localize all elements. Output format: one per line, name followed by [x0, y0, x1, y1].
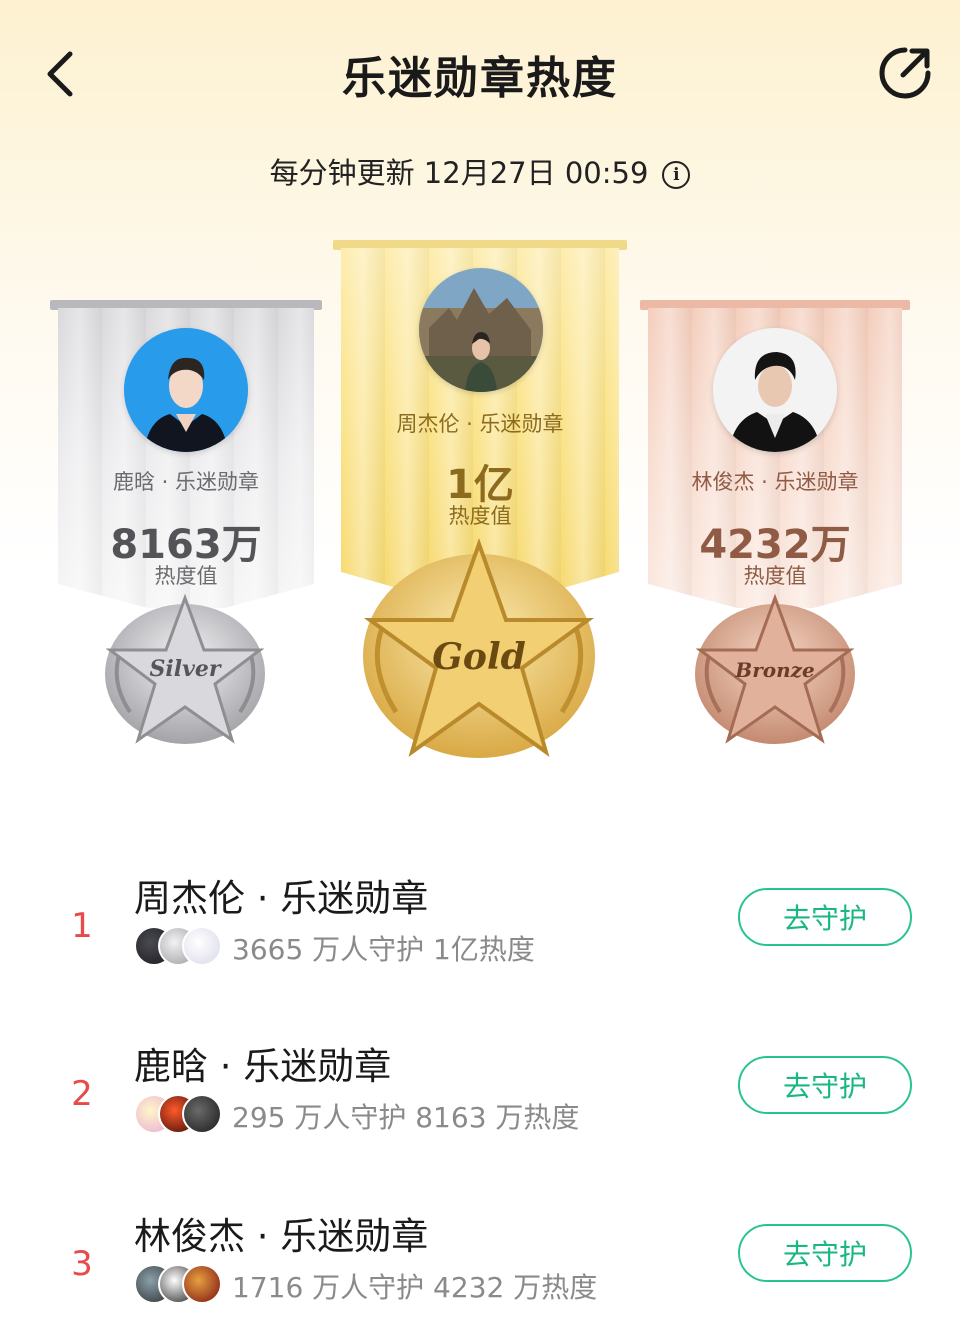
row-title: 林俊杰 · 乐迷勋章 [134, 1215, 429, 1258]
podium-name: 林俊杰 · 乐迷勋章 [691, 470, 859, 494]
avatar [419, 268, 543, 392]
fan-avatar [182, 1264, 222, 1304]
podium-bronze[interactable]: 林俊杰 · 乐迷勋章 4232万 热度值 [640, 300, 910, 630]
podium-silver[interactable]: 鹿晗 · 乐迷勋章 8163万 热度值 [50, 300, 322, 630]
gold-medal: Gold [356, 538, 602, 764]
podium-unit: 热度值 [448, 504, 512, 528]
rank-number: 2 [71, 1074, 93, 1114]
row-title: 鹿晗 · 乐迷勋章 [134, 1045, 392, 1088]
medal-label: Gold [432, 636, 526, 678]
share-button[interactable] [876, 44, 934, 102]
podium-name: 鹿晗 · 乐迷勋章 [112, 470, 260, 494]
fan-avatar [182, 926, 222, 966]
ranking-row-3: 3 林俊杰 · 乐迷勋章 1716 万人守护 4232 万热度 去守护 [0, 1204, 960, 1324]
guard-button[interactable]: 去守护 [738, 1224, 912, 1282]
fan-avatars [134, 1264, 222, 1304]
bronze-medal: Bronze [690, 592, 860, 750]
rank-number: 1 [71, 906, 93, 946]
avatar [124, 328, 248, 452]
share-icon [879, 47, 931, 99]
medal-label: Bronze [735, 658, 815, 682]
ranking-row-1: 1 周杰伦 · 乐迷勋章 3665 万人守护 1亿热度 去守护 [0, 866, 960, 986]
page-title: 乐迷勋章热度 [342, 53, 618, 104]
row-title: 周杰伦 · 乐迷勋章 [134, 877, 429, 920]
ranking-row-2: 2 鹿晗 · 乐迷勋章 295 万人守护 8163 万热度 去守护 [0, 1034, 960, 1154]
update-info: 每分钟更新 12月27日 00:59 i [0, 150, 960, 192]
podium-unit: 热度值 [743, 564, 807, 588]
podium-name: 周杰伦 · 乐迷勋章 [396, 412, 564, 436]
podium-unit: 热度值 [154, 564, 218, 588]
update-text: 每分钟更新 12月27日 00:59 [269, 156, 649, 190]
guard-button[interactable]: 去守护 [738, 888, 912, 946]
info-icon[interactable]: i [662, 161, 691, 189]
row-stats: 295 万人守护 8163 万热度 [232, 1101, 580, 1134]
fan-avatars [134, 1094, 222, 1134]
silver-medal: Silver [100, 592, 270, 750]
row-stats: 1716 万人守护 4232 万热度 [232, 1271, 598, 1304]
rank-number: 3 [71, 1244, 93, 1284]
avatar [713, 328, 837, 452]
medal-label: Silver [149, 656, 221, 682]
fan-avatar [182, 1094, 222, 1134]
fan-avatars [134, 926, 222, 966]
guard-button[interactable]: 去守护 [738, 1056, 912, 1114]
row-stats: 3665 万人守护 1亿热度 [232, 933, 535, 966]
